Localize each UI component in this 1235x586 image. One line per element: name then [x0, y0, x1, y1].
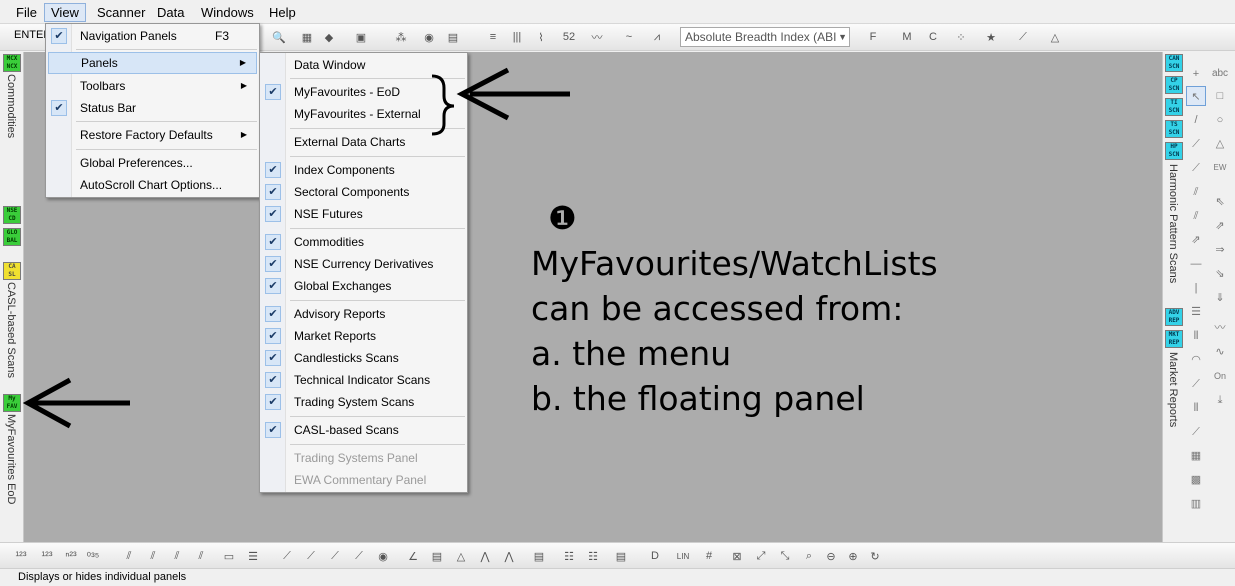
annotation-line-1: MyFavourites/WatchLists — [531, 244, 938, 283]
curly-brace-icon — [431, 74, 455, 136]
annotation-line-2: can be accessed from: — [531, 289, 904, 328]
annotation-line-3: a. the menu — [531, 334, 732, 373]
bullet-number-icon: ❶ — [548, 199, 577, 237]
annotation-line-4: b. the floating panel — [531, 379, 865, 418]
arrow-to-menu-icon — [456, 67, 570, 121]
arrow-to-panel-icon — [22, 377, 130, 429]
